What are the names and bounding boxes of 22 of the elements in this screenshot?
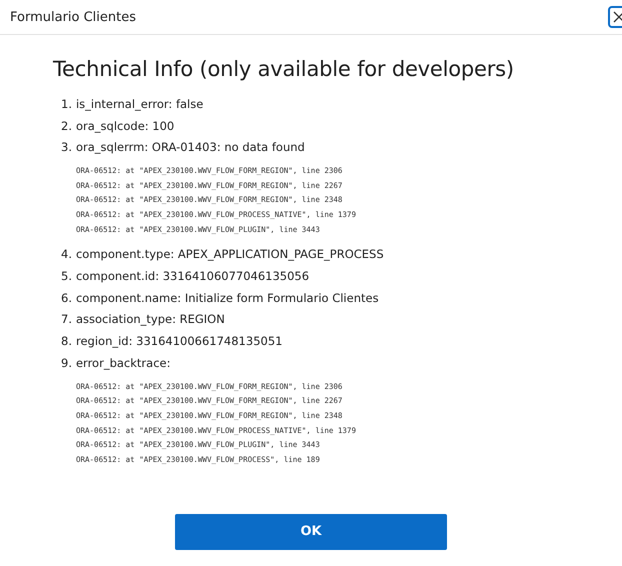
info-text: component.name: Initialize form Formulario Clientes — [76, 290, 379, 305]
info-text: ora_sqlcode: 100 — [76, 118, 174, 133]
heading: Technical Info (only available for developers) — [53, 57, 515, 81]
info-text: component.id: 33164106077046135056 — [76, 269, 310, 284]
list-number: 8. — [61, 334, 72, 348]
list-number: 3. — [61, 140, 72, 154]
list-number: 6. — [61, 290, 72, 305]
info-text: error_backtrace: — [76, 356, 170, 370]
ok-button[interactable]: OK — [175, 514, 447, 550]
list-number: 9. — [61, 356, 72, 370]
close-icon — [613, 11, 622, 23]
info-text: ora_sqlerrm: ORA-01403: no data found — [76, 140, 305, 154]
list-number: 5. — [61, 269, 72, 284]
info-text: component.type: APEX_APPLICATION_PAGE_PROCESS — [76, 247, 384, 262]
info-text: association_type: REGION — [76, 312, 225, 326]
list-number: 7. — [61, 312, 72, 326]
list-number: 1. — [61, 96, 72, 111]
info-text: region_id: 33164100661748135051 — [76, 334, 282, 348]
window-title: Formulario Clientes — [10, 10, 136, 24]
list-number: 2. — [61, 118, 72, 133]
list-number: 4. — [61, 247, 72, 262]
info-text: is_internal_error: false — [76, 96, 204, 111]
